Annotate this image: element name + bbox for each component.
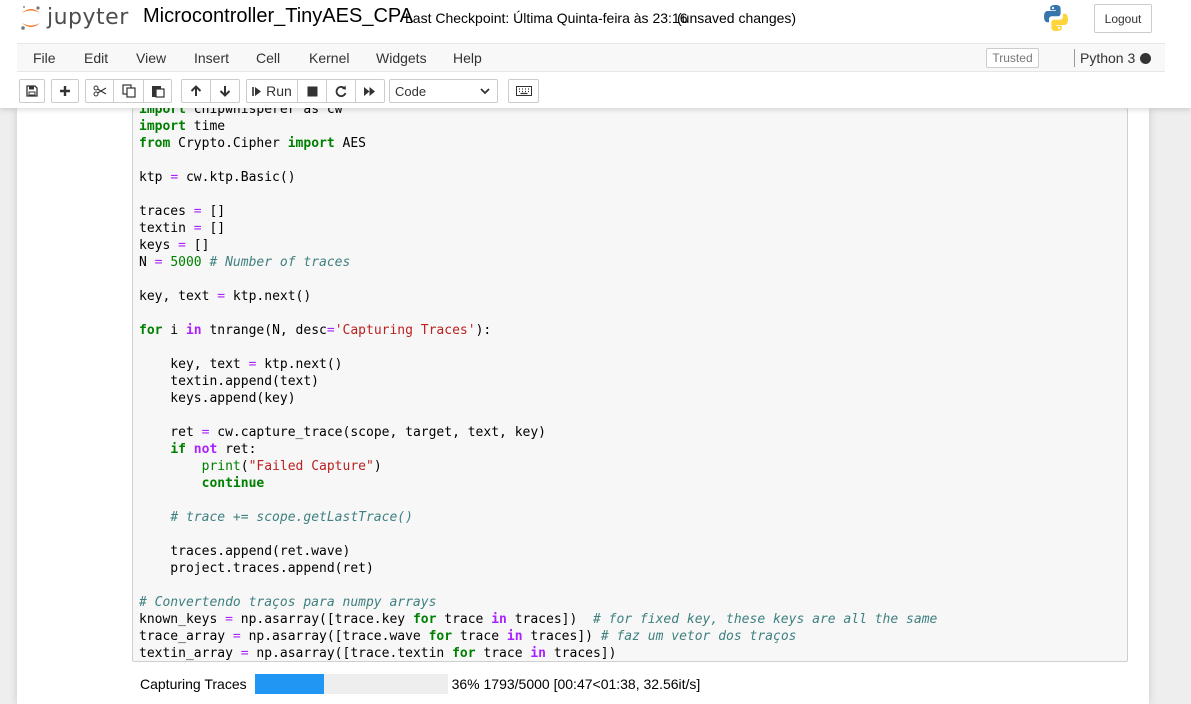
menu-file[interactable]: File <box>33 50 56 66</box>
trusted-indicator[interactable]: Trusted <box>986 48 1039 68</box>
code-line: trace_array = np.asarray([trace.wave for… <box>139 629 797 644</box>
menu-cell[interactable]: Cell <box>256 50 280 66</box>
code-line: keys = [] <box>139 238 210 253</box>
progress-bar-fill <box>254 674 324 694</box>
stop-icon <box>307 86 317 96</box>
code-line: import chipwhisperer as cw <box>139 108 343 117</box>
code-line: ktp = cw.ktp.Basic() <box>139 170 296 185</box>
copy-icon <box>121 84 136 98</box>
code-line: project.traces.append(ret) <box>139 561 374 576</box>
insert-cell-button[interactable] <box>51 79 79 103</box>
menu-widgets[interactable]: Widgets <box>376 50 427 66</box>
code-line: N = 5000 # Number of traces <box>139 255 351 270</box>
run-label: Run <box>266 83 292 99</box>
command-palette-button[interactable] <box>508 79 539 103</box>
code-line: textin = [] <box>139 221 226 236</box>
step-forward-icon <box>252 86 262 96</box>
menu-help[interactable]: Help <box>453 50 482 66</box>
cell-output: Capturing Traces 36% 1793/5000 [00:47<01… <box>140 674 840 694</box>
menubar: File Edit View Insert Cell Kernel Widget… <box>17 43 1165 72</box>
restart-run-all-button[interactable] <box>355 79 385 103</box>
code-line: ret = cw.capture_trace(scope, target, te… <box>139 425 546 440</box>
code-line: key, text = ktp.next() <box>139 357 343 372</box>
save-button[interactable] <box>19 79 45 103</box>
paste-button[interactable] <box>143 79 172 103</box>
code-line: # Convertendo traços para numpy arrays <box>139 595 437 610</box>
menu-insert[interactable]: Insert <box>194 50 229 66</box>
arrow-up-icon <box>190 85 202 96</box>
code-line: continue <box>201 476 265 491</box>
cut-button[interactable] <box>85 79 114 103</box>
cell-type-select[interactable]: Code <box>389 79 498 103</box>
menu-kernel[interactable]: Kernel <box>309 50 349 66</box>
menu-view[interactable]: View <box>136 50 166 66</box>
code-line: for i in tnrange(N, desc='Capturing Trac… <box>139 323 492 338</box>
restart-button[interactable] <box>326 79 356 103</box>
code-line: print("Failed Capture") <box>201 459 382 474</box>
code-line: known_keys = np.asarray([trace.key for t… <box>139 612 938 627</box>
cell-type-value: Code <box>395 83 427 99</box>
save-icon <box>26 85 38 97</box>
unsaved-status: (unsaved changes) <box>677 10 797 26</box>
move-down-button[interactable] <box>210 79 240 103</box>
code-line: if not ret: <box>170 442 257 457</box>
checkpoint-status: Last Checkpoint: Última Quinta-feira às … <box>405 10 688 26</box>
restart-icon <box>335 85 347 97</box>
paste-icon <box>151 86 165 98</box>
progress-status: 36% 1793/5000 [00:47<01:38, 32.56it/s] <box>451 676 701 692</box>
code-line: keys.append(key) <box>139 391 296 406</box>
notebook-header: jupyter Microcontroller_TinyAES_CPA Last… <box>0 0 1191 108</box>
chevron-down-icon <box>480 88 490 95</box>
notebook-name[interactable]: Microcontroller_TinyAES_CPA <box>143 5 413 28</box>
code-line: textin.append(text) <box>139 374 320 389</box>
keyboard-icon <box>515 86 532 96</box>
move-up-button[interactable] <box>181 79 211 103</box>
code-cell-input[interactable]: import chipwhisperer as cw import time fro… <box>132 108 1128 662</box>
code-editor[interactable]: import chipwhisperer as cw import time fro… <box>139 108 938 661</box>
arrow-down-icon <box>219 86 231 97</box>
jupyter-logo-icon <box>21 5 40 30</box>
code-line: traces = [] <box>139 204 226 219</box>
cut-icon <box>93 85 106 97</box>
logout-button[interactable]: Logout <box>1094 4 1152 33</box>
code-line: import time <box>139 119 226 134</box>
code-line: textin_array = np.asarray([trace.textin … <box>139 646 617 661</box>
code-line: # trace += scope.getLastTrace() <box>170 510 413 525</box>
copy-button[interactable] <box>113 79 144 103</box>
progress-bar <box>254 674 448 694</box>
kernel-name[interactable]: Python 3 <box>1080 50 1135 66</box>
python-logo-icon <box>1041 3 1071 38</box>
kernel-status-icon <box>1140 53 1151 64</box>
code-line: traces.append(ret.wave) <box>139 544 351 559</box>
code-line: key, text = ktp.next() <box>139 289 312 304</box>
menu-edit[interactable]: Edit <box>84 50 108 66</box>
fast-forward-icon <box>364 86 375 96</box>
plus-icon <box>60 86 70 96</box>
run-button[interactable]: Run <box>246 79 298 103</box>
logo-text: jupyter <box>47 4 129 30</box>
progress-label: Capturing Traces <box>140 676 247 692</box>
jupyter-logo[interactable]: jupyter <box>20 4 129 32</box>
interrupt-button[interactable] <box>297 79 327 103</box>
kernel-separator <box>1074 49 1075 67</box>
code-line: from Crypto.Cipher import AES <box>139 136 366 151</box>
